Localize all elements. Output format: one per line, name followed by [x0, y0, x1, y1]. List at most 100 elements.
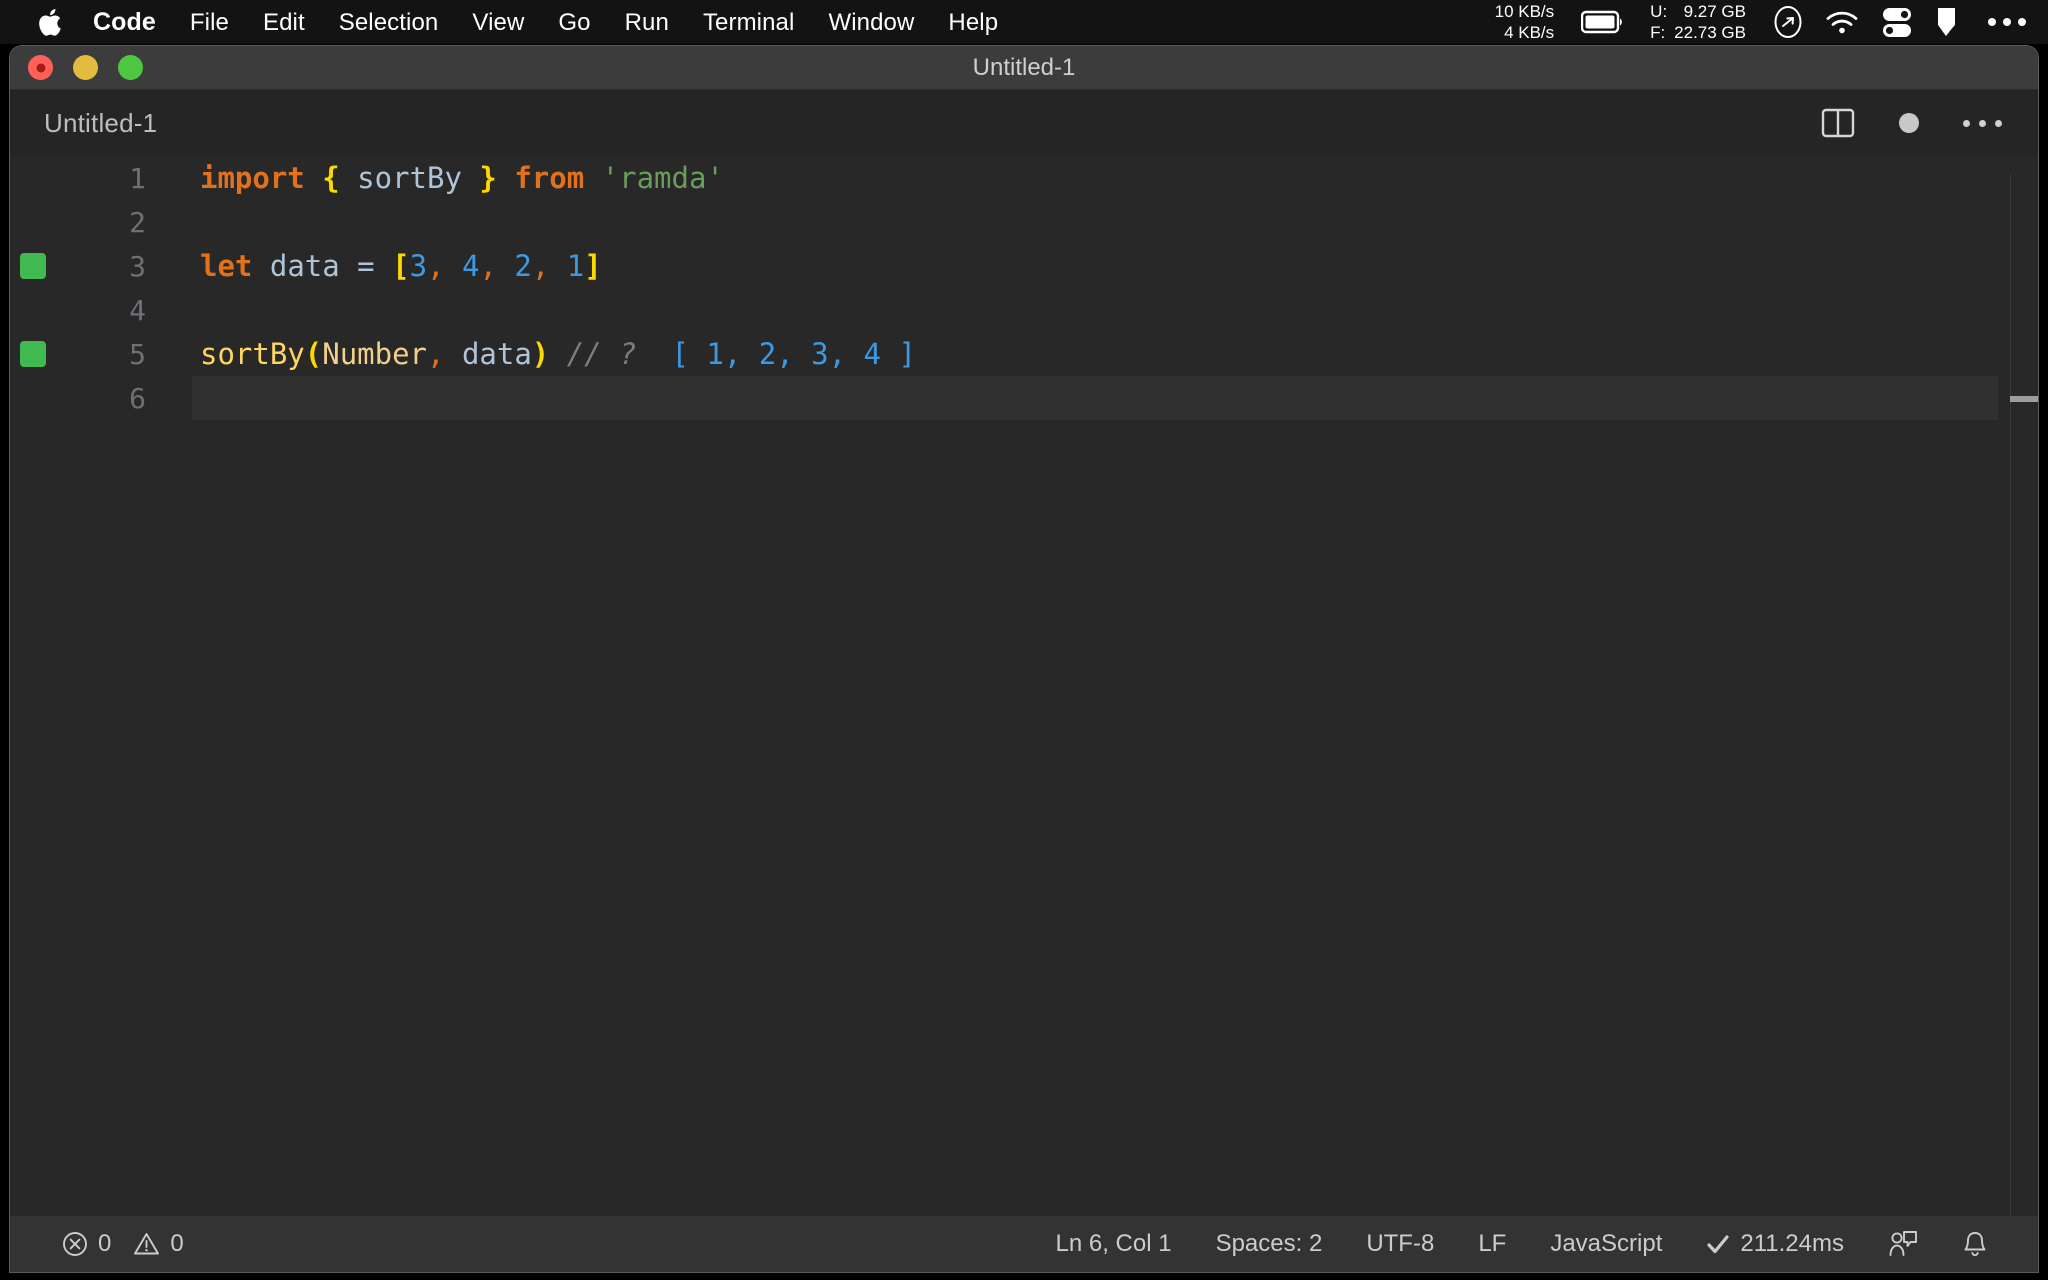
more-dot	[1963, 119, 1970, 127]
menu-item-terminal[interactable]: Terminal	[686, 0, 812, 45]
vscode-window: Untitled-1 Untitled-1 1 import { sortBy }…	[10, 46, 2038, 1272]
token-param: Number	[322, 337, 427, 371]
unsaved-indicator[interactable]	[1899, 113, 1919, 133]
runtime-value: 211.24ms	[1740, 1230, 1844, 1257]
menu-item-view[interactable]: View	[455, 0, 541, 45]
token-op	[549, 337, 566, 371]
more-dot	[1988, 18, 1996, 26]
menu-item-help[interactable]: Help	[931, 0, 1015, 45]
gutter-marker-icon[interactable]	[20, 253, 46, 279]
menu-item-code[interactable]: Code	[76, 0, 173, 45]
token-punc: ,	[531, 249, 550, 283]
more-dot	[1979, 119, 1986, 127]
menu-item-window[interactable]: Window	[811, 0, 931, 45]
indentation-setting[interactable]: Spaces: 2	[1194, 1230, 1345, 1258]
token-brace: }	[479, 161, 497, 195]
code-line-content[interactable]	[192, 288, 1998, 332]
runtime-indicator[interactable]: 211.24ms	[1684, 1230, 1866, 1258]
more-dot	[2003, 18, 2011, 26]
status-bar-left: 0 0	[40, 1230, 206, 1258]
more-icon[interactable]	[1988, 18, 2026, 26]
code-line[interactable]: 6	[10, 376, 2038, 420]
toggles-icon[interactable]	[1881, 6, 1913, 38]
token-op	[444, 337, 461, 371]
apple-logo-icon[interactable]	[26, 7, 72, 38]
code-line-content[interactable]	[192, 200, 1998, 244]
token-punc: ,	[479, 249, 497, 283]
tab-untitled-1[interactable]: Untitled-1	[44, 108, 157, 139]
menu-item-file[interactable]: File	[173, 0, 246, 45]
bell-icon[interactable]	[1940, 1230, 2010, 1258]
code-tokens: let data = [3, 4, 2, 1]	[200, 249, 602, 283]
token-num: 1	[566, 249, 585, 283]
status-bar-right: Ln 6, Col 1 Spaces: 2 UTF-8 LF JavaScrip…	[1034, 1230, 2039, 1258]
token-op	[445, 249, 462, 283]
compass-icon[interactable]	[1773, 5, 1803, 39]
token-brace: )	[531, 337, 550, 371]
token-cmt: // ?	[566, 337, 637, 371]
warning-icon	[133, 1231, 160, 1257]
code-line-content[interactable]: import { sortBy } from 'ramda'	[192, 156, 1998, 200]
code-line-content[interactable]: let data = [3, 4, 2, 1]	[192, 244, 1998, 288]
line-number: 5	[129, 337, 146, 371]
cursor-position[interactable]: Ln 6, Col 1	[1034, 1230, 1194, 1258]
code-line[interactable]: 2	[10, 200, 2038, 244]
window-title: Untitled-1	[972, 53, 1076, 81]
token-op	[497, 249, 514, 283]
more-actions-icon[interactable]	[1963, 119, 2002, 127]
token-str: 'ramda'	[601, 161, 724, 195]
eol-setting[interactable]: LF	[1456, 1230, 1528, 1258]
token-op	[637, 337, 672, 371]
scrollbar-marker[interactable]	[2010, 396, 2038, 402]
code-editor[interactable]: 1 import { sortBy } from 'ramda' 2 3 let dat…	[10, 156, 2038, 1216]
code-tokens: import { sortBy } from 'ramda'	[200, 161, 724, 195]
close-button[interactable]	[28, 55, 53, 80]
menu-bar-items: Code File Edit Selection View Go Run Ter…	[0, 0, 1015, 44]
editor-tab-bar: Untitled-1	[10, 90, 2038, 156]
code-line[interactable]: 5 sortBy(Number, data) // ? [ 1, 2, 3, 4 …	[10, 332, 2038, 376]
code-line[interactable]: 4	[10, 288, 2038, 332]
code-line-content[interactable]	[192, 376, 1998, 420]
warning-count: 0	[170, 1230, 184, 1257]
token-op	[340, 249, 357, 283]
code-line-content[interactable]: sortBy(Number, data) // ? [ 1, 2, 3, 4 ]	[192, 332, 1998, 376]
minimize-button[interactable]	[73, 55, 98, 80]
encoding-setting[interactable]: UTF-8	[1344, 1230, 1456, 1258]
menu-item-selection[interactable]: Selection	[322, 0, 456, 45]
line-number: 4	[129, 293, 146, 327]
code-line[interactable]: 1 import { sortBy } from 'ramda'	[10, 156, 2038, 200]
token-punc: ,	[427, 337, 445, 371]
memory-indicator[interactable]: U: F: 9.27 GB 22.73 GB	[1650, 1, 1746, 43]
feedback-icon[interactable]	[1866, 1230, 1940, 1258]
menu-item-go[interactable]: Go	[541, 0, 607, 45]
more-dot	[2018, 18, 2026, 26]
wifi-icon[interactable]	[1825, 9, 1859, 35]
language-mode[interactable]: JavaScript	[1528, 1230, 1684, 1258]
token-key: import	[200, 161, 305, 195]
token-id: data	[269, 249, 340, 283]
editor-scrollbar-column[interactable]	[1998, 156, 2038, 1216]
network-speed-indicator[interactable]: 10 KB/s 4 KB/s	[1495, 1, 1555, 43]
status-bar: 0 0 Ln 6, Col 1 Spaces: 2 UTF-8 LF JavaS…	[10, 1216, 2038, 1272]
code-line[interactable]: 3 let data = [3, 4, 2, 1]	[10, 244, 2038, 288]
split-editor-icon[interactable]	[1821, 107, 1855, 139]
code-tokens: sortBy(Number, data) // ? [ 1, 2, 3, 4 ]	[200, 337, 916, 371]
token-op	[305, 161, 322, 195]
network-download-speed: 4 KB/s	[1504, 23, 1555, 42]
token-num: 4	[461, 249, 480, 283]
menu-item-run[interactable]: Run	[608, 0, 686, 45]
window-title-bar: Untitled-1	[10, 46, 2038, 90]
problems-indicator[interactable]: 0 0	[40, 1230, 206, 1258]
menu-item-edit[interactable]: Edit	[246, 0, 322, 45]
scrollbar-track[interactable]	[2010, 174, 2038, 1216]
token-brace: (	[304, 337, 323, 371]
gutter-marker-icon[interactable]	[20, 341, 46, 367]
token-op: =	[357, 249, 375, 283]
token-brace: ]	[584, 249, 602, 283]
memory-used-value: 9.27 GB	[1683, 2, 1746, 21]
flag-icon[interactable]	[1935, 6, 1961, 38]
battery-icon[interactable]	[1581, 10, 1625, 34]
zoom-button[interactable]	[118, 55, 143, 80]
code-lines-container: 1 import { sortBy } from 'ramda' 2 3 let dat…	[10, 156, 2038, 1216]
token-key: from	[514, 161, 585, 195]
